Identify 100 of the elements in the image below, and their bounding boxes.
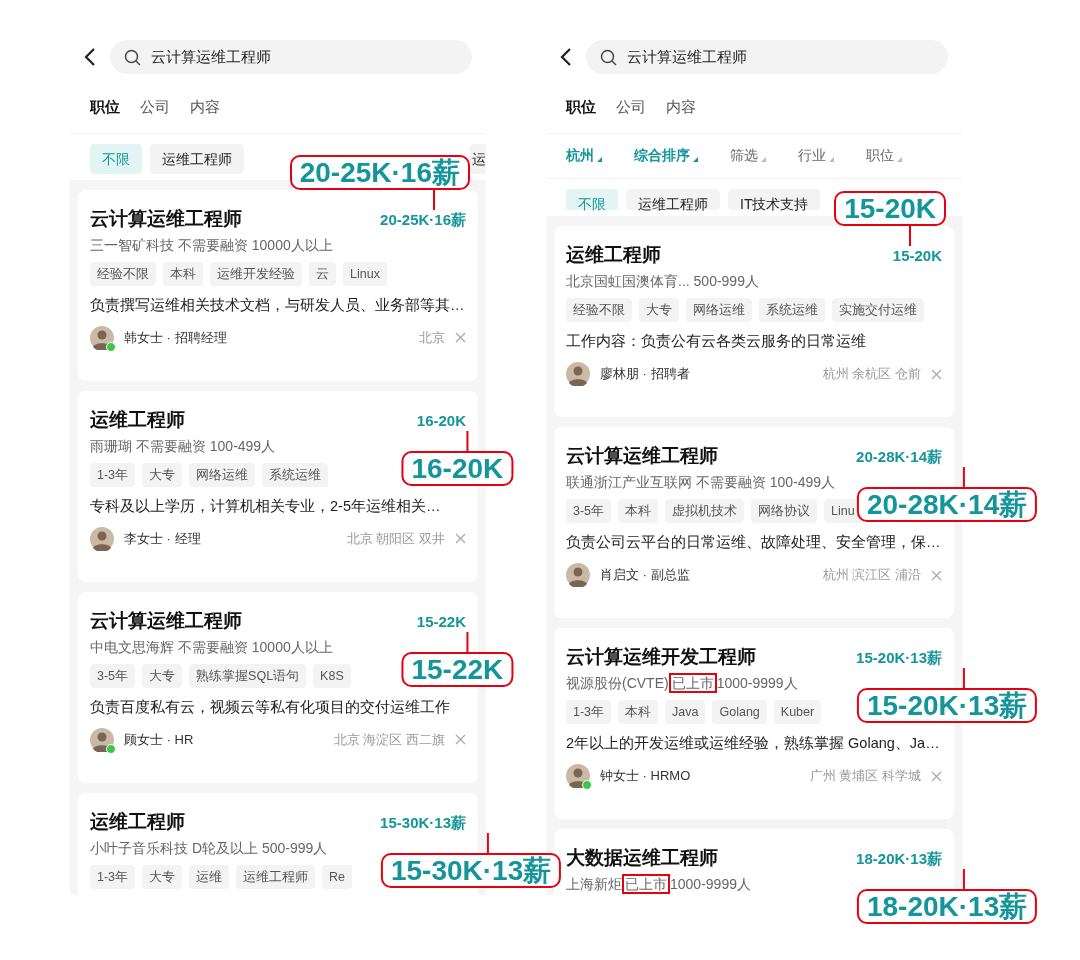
tag: 经验不限 — [90, 261, 156, 286]
job-description: 负责公司云平台的日常运维、故障处理、安全管理，保… — [566, 533, 942, 552]
salary-callout: 20-28K·14薪 — [856, 487, 1038, 522]
job-title: 运维工程师 — [90, 809, 185, 834]
leader-line — [963, 467, 966, 487]
tag: 实施交付运维 — [832, 298, 924, 322]
salary-callout: 15-20K·13薪 — [856, 688, 1038, 723]
close-icon[interactable] — [931, 770, 942, 782]
recruiter-name: 韩女士 · 招聘经理 — [124, 328, 227, 347]
back-icon[interactable] — [560, 47, 572, 67]
job-description: 工作内容：负责公有云各类云服务的日常运维 — [566, 332, 867, 351]
job-location: 北京 朝阳区 双井 — [346, 529, 445, 548]
back-icon[interactable] — [84, 47, 96, 67]
tag: 1-3年 — [566, 700, 612, 724]
leader-line — [466, 430, 469, 451]
close-icon[interactable] — [931, 368, 942, 380]
leader-line — [466, 631, 469, 652]
sort-filter[interactable]: 杭州 — [566, 145, 602, 167]
sort-filter[interactable]: 筛选 — [730, 145, 766, 167]
filter-chip[interactable]: 运维工程师 — [150, 143, 244, 174]
sort-filter[interactable]: 职位 — [866, 145, 902, 167]
job-card[interactable]: 大数据运维工程师 18-20K·13薪 上海新炬 已上市 1000-9999人 — [554, 829, 954, 895]
search-field[interactable]: 云计算运维工程师 — [110, 40, 472, 74]
salary: 20-25K·16薪 — [380, 209, 466, 230]
job-description: 2年以上的开发运维或运维经验，熟练掌握 Golang、Ja… — [566, 734, 941, 753]
tag: Kuber — [773, 700, 822, 724]
tag: 本科 — [618, 700, 659, 724]
tag: K8S — [313, 663, 351, 688]
close-icon[interactable] — [931, 569, 942, 581]
tab[interactable]: 内容 — [190, 96, 220, 119]
filter-chip[interactable]: IT技术支持 — [728, 188, 821, 210]
salary-callout: 15-20K — [834, 191, 946, 226]
filter-chip[interactable]: 运 — [470, 143, 486, 174]
triangle-icon — [897, 157, 902, 163]
job-title: 运维工程师 — [566, 243, 661, 267]
recruiter-name: 廖林朋 · 招聘者 — [600, 365, 690, 384]
close-icon[interactable] — [455, 734, 466, 745]
tag: 本科 — [618, 499, 659, 523]
sort-filter[interactable]: 综合排序 — [634, 145, 698, 167]
tag: 云 — [309, 261, 336, 286]
salary: 15-22K — [416, 611, 466, 632]
tag: Java — [665, 700, 706, 724]
salary-callout: 16-20K — [401, 450, 514, 486]
recruiter-name: 顾女士 · HR — [124, 730, 194, 749]
search-icon — [600, 48, 617, 66]
company-info: 视源股份(CVTE) 已上市 1000-9999人 — [566, 672, 798, 694]
leader-line — [433, 189, 435, 210]
salary-callout: 20-25K·16薪 — [289, 154, 470, 190]
job-location: 杭州 滨江区 浦沿 — [822, 566, 921, 585]
job-title: 大数据运维工程师 — [566, 846, 718, 870]
company-info: 联通浙江产业互联网 不需要融资 100-499人 — [566, 473, 836, 492]
tab[interactable]: 内容 — [666, 96, 696, 119]
job-title: 云计算运维工程师 — [90, 206, 242, 231]
job-location: 北京 海淀区 西二旗 — [333, 730, 445, 749]
tab[interactable]: 职位 — [566, 96, 596, 119]
triangle-icon — [829, 157, 834, 163]
recruiter-name: 钟女士 · HRMO — [600, 767, 691, 786]
company-info: 上海新炬 已上市 1000-9999人 — [566, 873, 751, 895]
tag: 网络协议 — [751, 499, 818, 523]
tag: 经验不限 — [566, 298, 632, 322]
job-description: 负责撰写运维相关技术文档，与研发人员、业务部等其… — [90, 295, 466, 315]
tab[interactable]: 职位 — [90, 96, 120, 119]
job-title: 云计算运维工程师 — [90, 608, 242, 633]
tag: 运维 — [189, 864, 230, 889]
salary: 15-20K·13薪 — [856, 648, 942, 668]
job-description: 负责百度私有云，视频云等私有化项目的交付运维工作 — [90, 697, 451, 717]
job-title: 云计算运维开发工程师 — [566, 645, 756, 669]
sort-filter[interactable]: 行业 — [798, 145, 834, 167]
close-icon[interactable] — [455, 332, 466, 343]
tag: 运维工程师 — [236, 864, 316, 889]
tab[interactable]: 公司 — [616, 96, 646, 119]
job-card[interactable]: 云计算运维工程师 20-25K·16薪 三一智矿科技 不需要融资 10000人以上 经验不限 本科 运维开发经验 云 Linux 负责撰写运维相关技术文档，与研发人员、业务部等其… 韩女士 · 招聘经理 北京 — [78, 189, 478, 381]
tag: 大专 — [142, 663, 183, 688]
company-info: 小叶子音乐科技 D轮及以上 500-999人 — [90, 838, 328, 858]
leader-line — [487, 832, 490, 853]
tag: 熟练掌握SQL语句 — [189, 663, 307, 688]
search-field[interactable]: 云计算运维工程师 — [586, 40, 948, 74]
tag: 3-5年 — [90, 663, 136, 688]
tag: 网络运维 — [189, 462, 256, 487]
company-info: 三一智矿科技 不需要融资 10000人以上 — [90, 235, 333, 255]
job-card[interactable]: 运维工程师 15-20K 北京国虹国澳体育... 500-999人 经验不限 大专 网络运维 系统运维 实施交付运维 工作内容：负责公有云各类云服务的日常运维 廖林朋 · 招聘者 杭州 余杭区 仓前 — [554, 226, 954, 417]
filter-chip[interactable]: 运维工程师 — [626, 188, 720, 210]
leader-line — [963, 869, 966, 889]
job-title: 云计算运维工程师 — [566, 444, 718, 468]
salary: 20-28K·14薪 — [856, 447, 942, 467]
tag: 1-3年 — [90, 864, 136, 889]
tag: Golang — [712, 700, 767, 724]
recruiter-name: 肖启文 · 副总监 — [600, 566, 690, 585]
close-icon[interactable] — [455, 533, 466, 544]
company-info: 北京国虹国澳体育... 500-999人 — [566, 272, 759, 291]
salary: 16-20K — [416, 410, 466, 431]
tag: 运维开发经验 — [210, 261, 302, 286]
triangle-icon — [693, 157, 698, 163]
job-location: 北京 — [419, 328, 445, 347]
leader-line — [909, 226, 911, 246]
recruiter-name: 李女士 · 经理 — [124, 529, 201, 548]
tab[interactable]: 公司 — [140, 96, 170, 119]
tag: Re — [322, 864, 353, 889]
job-description: 专科及以上学历，计算机相关专业，2-5年运维相关… — [90, 496, 442, 516]
triangle-icon — [597, 157, 602, 163]
